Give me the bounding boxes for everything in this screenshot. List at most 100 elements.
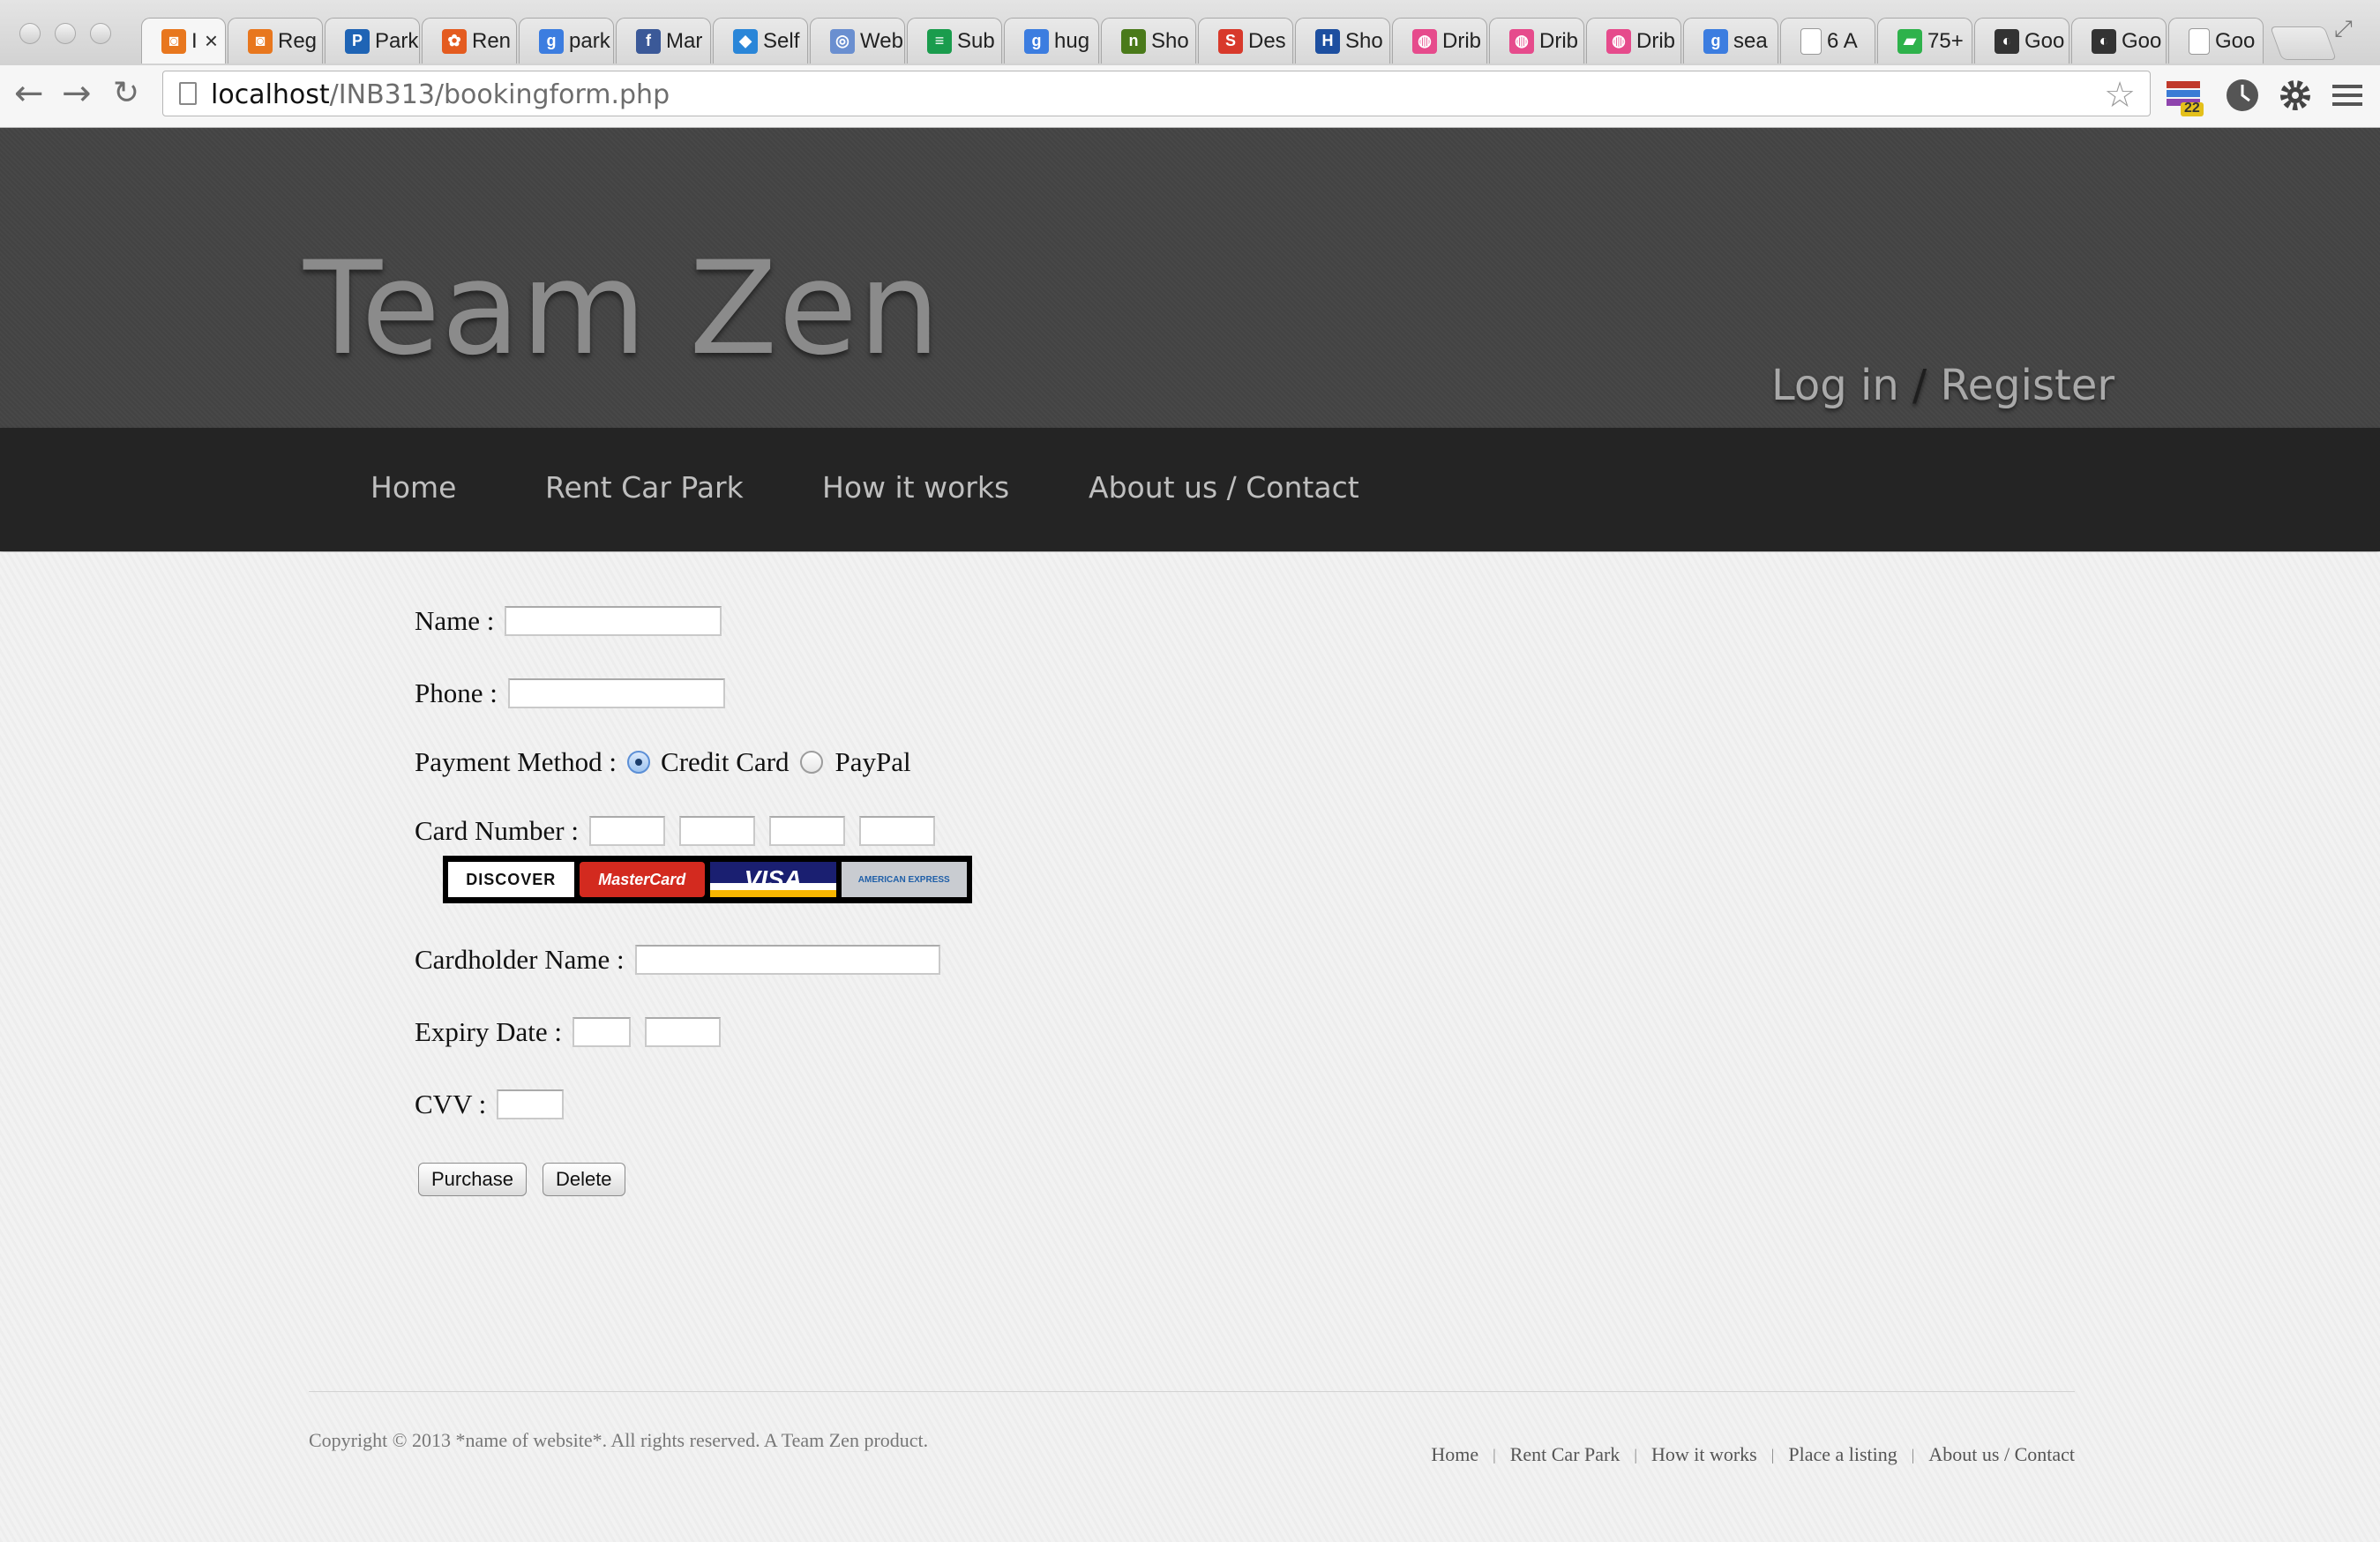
browser-tab[interactable]: ✿ Ren	[422, 18, 517, 64]
footer-link-about-contact[interactable]: About us / Contact	[1928, 1443, 2075, 1466]
browser-tab[interactable]: S Des	[1198, 18, 1293, 64]
back-arrow-icon[interactable]: ←	[14, 76, 44, 111]
close-window-button[interactable]	[19, 23, 41, 44]
footer-separator: |	[1770, 1445, 1775, 1463]
browser-tab[interactable]: ◎ Web	[810, 18, 905, 64]
expiry-year-input[interactable]	[645, 1017, 722, 1047]
url-text[interactable]: localhost/INB313/bookingform.php	[211, 79, 670, 110]
phone-input[interactable]	[507, 678, 725, 708]
card-number-input-2[interactable]	[678, 816, 755, 846]
tab-favicon-icon: ◍	[1606, 28, 1631, 54]
nav-how-it-works[interactable]: How it works	[822, 470, 1009, 505]
card-number-input-3[interactable]	[768, 816, 845, 846]
url-host: localhost	[211, 79, 330, 110]
footer-link-how-it-works[interactable]: How it works	[1651, 1443, 1757, 1466]
browser-toolbar: ← → ↻ localhost/INB313/bookingform.php ☆…	[0, 65, 2380, 128]
nav-home[interactable]: Home	[370, 470, 456, 505]
browser-tab[interactable]: ≡ Sub	[907, 18, 1002, 64]
tab-favicon-icon: f	[636, 28, 661, 54]
browser-tab[interactable]: ◐ Goo	[1974, 18, 2069, 64]
address-bar[interactable]: localhost/INB313/bookingform.php ☆	[162, 71, 2151, 116]
cardholder-label: Cardholder Name :	[415, 944, 625, 975]
browser-tab[interactable]: P Park	[325, 18, 420, 64]
tab-favicon-icon: ◆	[733, 28, 758, 54]
fullscreen-icon[interactable]: ⤢	[2334, 16, 2353, 43]
credit-card-label[interactable]: Credit Card	[661, 746, 790, 778]
delete-button[interactable]: Delete	[542, 1163, 625, 1196]
card-number-input-1[interactable]	[588, 816, 665, 846]
nav-about-contact[interactable]: About us / Contact	[1089, 470, 1359, 505]
extension-stack-icon[interactable]: 22	[2165, 78, 2204, 116]
browser-tab[interactable]: ◙ Reg	[228, 18, 323, 64]
page-content	[0, 552, 2380, 1542]
url-path: /INB313/bookingform.php	[329, 79, 670, 110]
history-clock-icon[interactable]	[2225, 78, 2260, 116]
footer-link-rent-car-park[interactable]: Rent Car Park	[1510, 1443, 1620, 1466]
tab-title: Ren	[472, 28, 512, 53]
paypal-radio[interactable]	[799, 751, 823, 774]
menu-hamburger-icon[interactable]	[2332, 79, 2364, 115]
tab-title: Self	[763, 28, 800, 53]
cardholder-input[interactable]	[634, 945, 940, 975]
login-link[interactable]: Log in	[1771, 361, 1899, 410]
browser-tab[interactable]: ◆ Self	[713, 18, 808, 64]
tab-favicon-icon: ◍	[1412, 28, 1437, 54]
browser-tab[interactable]: Goo	[2168, 18, 2264, 64]
extension-badge: 22	[2184, 101, 2200, 116]
purchase-button[interactable]: Purchase	[418, 1163, 527, 1196]
zoom-window-button[interactable]	[90, 23, 111, 44]
browser-tab[interactable]: ◍ Drib	[1392, 18, 1487, 64]
phone-label: Phone :	[415, 677, 498, 708]
browser-tab[interactable]: g hug	[1004, 18, 1099, 64]
tab-favicon-icon: ◐	[1995, 28, 2019, 54]
footer-link-place-a-listing[interactable]: Place a listing	[1788, 1443, 1897, 1466]
browser-tab[interactable]: f Mar	[616, 18, 711, 64]
nav-rent-car-park[interactable]: Rent Car Park	[545, 470, 744, 505]
reload-icon[interactable]: ↻	[113, 76, 139, 111]
card-number-row: Card Number :	[415, 815, 935, 847]
paypal-label[interactable]: PayPal	[835, 746, 911, 778]
cardholder-row: Cardholder Name :	[415, 944, 940, 976]
browser-tab[interactable]: ◙ I ×	[141, 18, 226, 64]
tab-title: Sub	[957, 28, 995, 53]
browser-tab[interactable]: ◍ Drib	[1586, 18, 1681, 64]
browser-tab[interactable]: n Sho	[1101, 18, 1196, 64]
tab-favicon-icon: H	[1315, 28, 1340, 54]
tab-title: Drib	[1636, 28, 1676, 53]
name-input[interactable]	[505, 606, 722, 636]
new-tab-button[interactable]	[2270, 26, 2337, 60]
site-logo-title[interactable]: Team Zen	[303, 234, 941, 384]
browser-tab[interactable]: ▰ 75+	[1877, 18, 1972, 64]
cvv-input[interactable]	[497, 1089, 565, 1119]
tab-favicon-icon: g	[539, 28, 564, 54]
settings-gear-icon[interactable]	[2278, 78, 2313, 116]
tab-favicon-icon	[2189, 27, 2210, 55]
tab-favicon-icon: P	[345, 28, 370, 54]
browser-tab-bar: ◙ I × ◙ Reg P Park ✿ Ren g park f Mar ◆ Self ◎ Web ≡ Sub g h…	[0, 0, 2380, 65]
browser-tab[interactable]: H Sho	[1295, 18, 1390, 64]
tab-favicon-icon: ◍	[1509, 28, 1534, 54]
forward-arrow-icon[interactable]: →	[62, 76, 92, 111]
footer-link-home[interactable]: Home	[1431, 1443, 1478, 1466]
tab-favicon-icon: ▰	[1897, 28, 1922, 54]
browser-tab[interactable]: 6 A	[1780, 18, 1875, 64]
credit-card-radio[interactable]	[627, 751, 651, 774]
tab-close-icon[interactable]: ×	[205, 27, 218, 55]
browser-tab[interactable]: g park	[519, 18, 614, 64]
minimize-window-button[interactable]	[55, 23, 76, 44]
browser-tab[interactable]: ◍ Drib	[1489, 18, 1584, 64]
tab-favicon-icon: ◙	[248, 28, 273, 54]
bookmark-star-icon[interactable]: ☆	[2104, 75, 2136, 116]
payment-method-label: Payment Method :	[415, 746, 617, 777]
footer-separator: |	[1634, 1445, 1637, 1463]
tab-title: park	[569, 28, 610, 53]
register-link[interactable]: Register	[1940, 361, 2114, 410]
card-number-input-4[interactable]	[858, 816, 935, 846]
tab-title: 6 A	[1827, 28, 1858, 53]
page-icon	[179, 82, 197, 105]
expiry-month-input[interactable]	[573, 1017, 632, 1047]
accepted-cards-image: DISCOVER MasterCard VISA AMERICAN EXPRES…	[443, 856, 972, 903]
browser-tab[interactable]: g sea	[1683, 18, 1778, 64]
browser-tab[interactable]: ◐ Goo	[2071, 18, 2167, 64]
tab-favicon-icon: ◎	[830, 28, 855, 54]
